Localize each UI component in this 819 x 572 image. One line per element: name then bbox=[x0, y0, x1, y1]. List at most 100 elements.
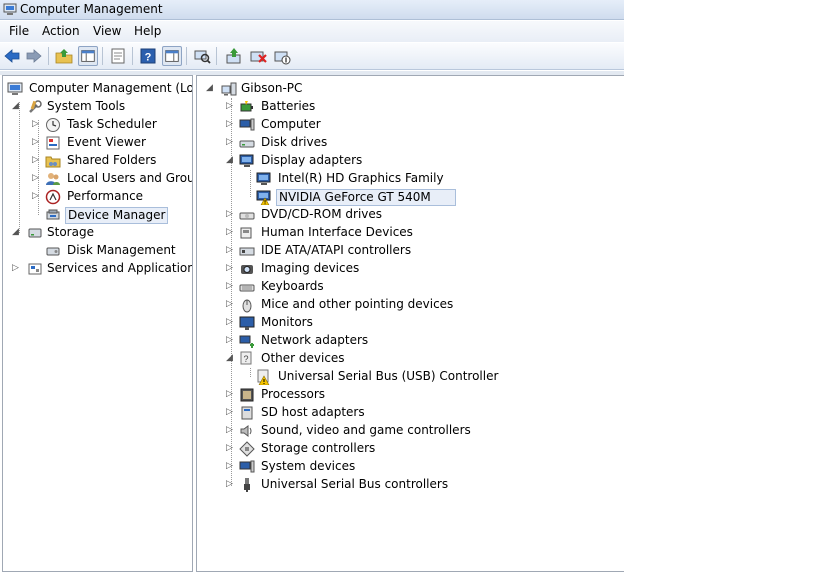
computer-management-window: Computer Management File Action View Hel… bbox=[0, 0, 624, 572]
expand-arrow-icon[interactable]: ▷ bbox=[225, 228, 234, 237]
expand-arrow-icon[interactable]: ▷ bbox=[225, 318, 234, 327]
device-category-label: Computer bbox=[261, 117, 321, 131]
dvd-drive-icon bbox=[239, 212, 255, 220]
mouse-icon bbox=[242, 299, 252, 313]
device-category-label: Keyboards bbox=[261, 279, 324, 293]
svg-text:?: ? bbox=[145, 52, 152, 64]
ide-controller-icon bbox=[239, 247, 255, 256]
expand-arrow-icon[interactable]: ▷ bbox=[225, 336, 234, 345]
expand-arrow-icon[interactable]: ▷ bbox=[31, 174, 40, 183]
disk-management-icon bbox=[46, 247, 60, 256]
menu-help[interactable]: Help bbox=[132, 24, 163, 38]
update-driver-icon[interactable] bbox=[224, 46, 244, 66]
speaker-icon bbox=[240, 425, 252, 437]
expand-arrow-icon[interactable]: ▷ bbox=[225, 138, 234, 147]
expand-arrow-icon[interactable]: ▷ bbox=[11, 264, 20, 273]
usb-plug-icon bbox=[244, 478, 250, 492]
help-icon[interactable]: ? bbox=[138, 46, 158, 66]
show-hide-tree-icon[interactable] bbox=[78, 46, 98, 66]
device-category-label: Other devices bbox=[261, 351, 345, 365]
menu-bar: File Action View Help bbox=[0, 21, 624, 42]
expand-arrow-icon[interactable]: ▷ bbox=[225, 210, 234, 219]
expand-arrow-icon[interactable]: ▷ bbox=[225, 300, 234, 309]
disable-device-icon[interactable] bbox=[272, 46, 292, 66]
expand-arrow-icon[interactable]: ▷ bbox=[225, 264, 234, 273]
storage-icon bbox=[28, 228, 42, 238]
window-title: Computer Management bbox=[20, 2, 163, 16]
svg-text:?: ? bbox=[243, 354, 248, 364]
tree-label: System Tools bbox=[47, 99, 126, 113]
unknown-device-icon: ? bbox=[240, 351, 252, 365]
expand-arrow-icon[interactable]: ▷ bbox=[31, 192, 40, 201]
expand-arrow-icon[interactable]: ▷ bbox=[225, 462, 234, 471]
collapse-arrow-icon[interactable]: ◢ bbox=[225, 156, 234, 165]
console-tree-pane[interactable]: Computer Management (Local ◢ System Tool… bbox=[2, 75, 193, 572]
forward-arrow-icon[interactable] bbox=[24, 46, 44, 66]
processor-icon bbox=[240, 388, 254, 402]
tree-label: Storage bbox=[47, 225, 94, 239]
properties-icon[interactable] bbox=[108, 46, 128, 66]
up-folder-icon[interactable] bbox=[54, 46, 74, 66]
disk-drive-icon bbox=[239, 140, 255, 148]
tree-label: Local Users and Groups bbox=[67, 171, 192, 185]
expand-arrow-icon[interactable]: ▷ bbox=[225, 408, 234, 417]
shared-folder-icon bbox=[45, 156, 61, 168]
event-viewer-icon bbox=[46, 136, 60, 150]
title-bar[interactable]: Computer Management bbox=[0, 0, 624, 20]
battery-icon bbox=[240, 101, 253, 112]
expand-arrow-icon[interactable]: ▷ bbox=[225, 444, 234, 453]
tree-line bbox=[250, 368, 251, 377]
tree-label: Services and Applications bbox=[47, 261, 193, 275]
computer-management-icon bbox=[7, 82, 23, 95]
expand-arrow-icon[interactable]: ▷ bbox=[225, 246, 234, 255]
expand-arrow-icon[interactable]: ▷ bbox=[225, 480, 234, 489]
toolbar-separator bbox=[48, 47, 49, 65]
collapse-arrow-icon[interactable]: ◢ bbox=[11, 102, 20, 111]
hid-icon bbox=[240, 227, 252, 239]
sd-adapter-icon bbox=[241, 406, 253, 420]
users-icon bbox=[46, 173, 60, 185]
expand-arrow-icon[interactable]: ▷ bbox=[225, 390, 234, 399]
display-adapter-icon bbox=[239, 154, 254, 167]
scan-hardware-icon[interactable] bbox=[192, 46, 212, 66]
system-device-icon bbox=[239, 460, 255, 473]
device-category-label: Batteries bbox=[261, 99, 316, 113]
collapse-arrow-icon[interactable]: ◢ bbox=[225, 354, 234, 363]
expand-arrow-icon[interactable]: ▷ bbox=[225, 282, 234, 291]
tree-label-selected: Device Manager bbox=[65, 207, 169, 224]
device-category-label: Storage controllers bbox=[261, 441, 376, 455]
tree-label: Disk Management bbox=[67, 243, 176, 257]
menu-file[interactable]: File bbox=[7, 24, 31, 38]
clock-icon bbox=[46, 118, 60, 132]
device-category-label: SD host adapters bbox=[261, 405, 365, 419]
display-adapter-icon bbox=[256, 172, 271, 185]
expand-arrow-icon[interactable]: ▷ bbox=[31, 138, 40, 147]
device-category-label: Network adapters bbox=[261, 333, 369, 347]
expand-arrow-icon[interactable]: ▷ bbox=[31, 156, 40, 165]
device-category-label: Human Interface Devices bbox=[261, 225, 413, 239]
device-label-selected: NVIDIA GeForce GT 540M bbox=[276, 189, 456, 206]
device-category-label: IDE ATA/ATAPI controllers bbox=[261, 243, 412, 257]
device-tree-pane[interactable]: ◢ Gibson-PC Intel(R) HD Graphics Family … bbox=[196, 75, 624, 572]
toolbar-separator bbox=[186, 47, 187, 65]
expand-arrow-icon[interactable]: ▷ bbox=[225, 426, 234, 435]
device-category-label: Monitors bbox=[261, 315, 313, 329]
show-hide-action-pane-icon[interactable] bbox=[162, 46, 182, 66]
device-category-label: Processors bbox=[261, 387, 326, 401]
computer-icon bbox=[221, 82, 237, 96]
tree-label: Shared Folders bbox=[67, 153, 157, 167]
collapse-arrow-icon[interactable]: ◢ bbox=[11, 228, 20, 237]
uninstall-icon[interactable] bbox=[248, 46, 268, 66]
keyboard-icon bbox=[239, 284, 255, 292]
device-category-label: Disk drives bbox=[261, 135, 328, 149]
expand-arrow-icon[interactable]: ▷ bbox=[225, 120, 234, 129]
network-adapter-icon bbox=[239, 335, 254, 348]
expand-arrow-icon[interactable]: ▷ bbox=[225, 102, 234, 111]
desktop-background bbox=[624, 0, 819, 572]
back-arrow-icon[interactable] bbox=[2, 46, 22, 66]
menu-action[interactable]: Action bbox=[40, 24, 82, 38]
expand-arrow-icon[interactable]: ▷ bbox=[31, 120, 40, 129]
menu-view[interactable]: View bbox=[91, 24, 123, 38]
collapse-arrow-icon[interactable]: ◢ bbox=[205, 84, 214, 93]
tree-line bbox=[19, 102, 20, 233]
